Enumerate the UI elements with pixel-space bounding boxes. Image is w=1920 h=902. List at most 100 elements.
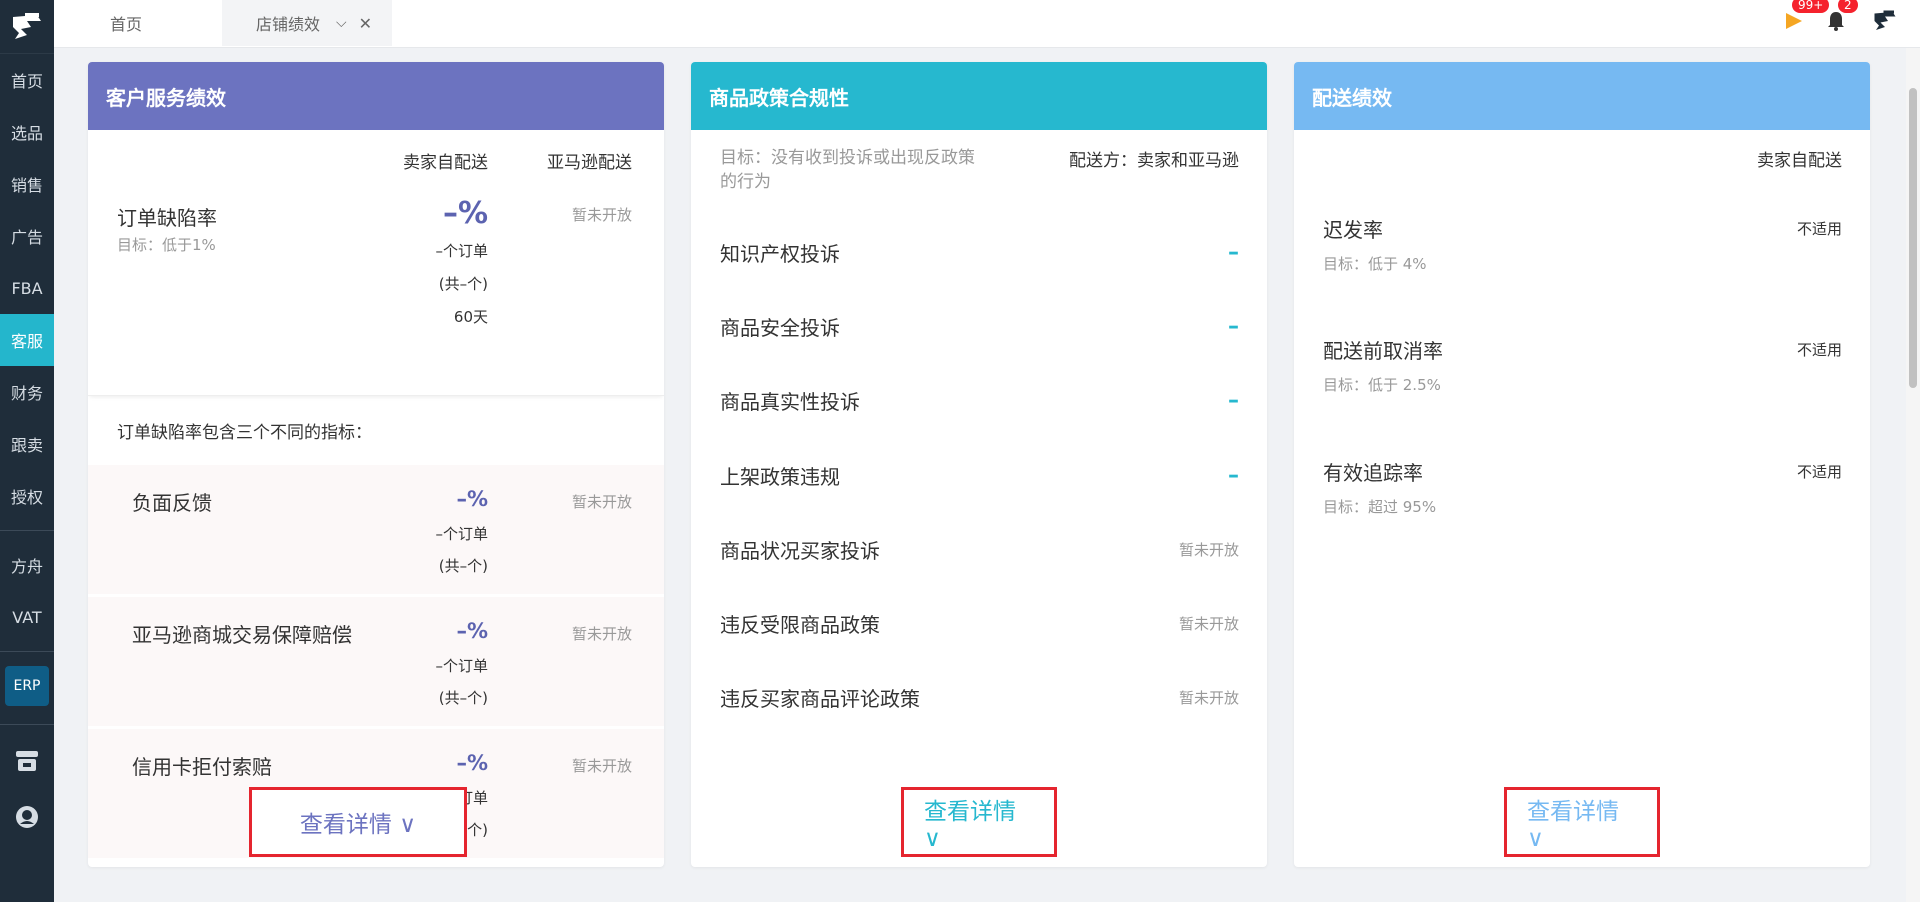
order-defect-rate-metric: 订单缺陷率 目标：低于1% –% –个订单 (共–个) 60天 暂未开放 [88,182,664,396]
metric-percent: –% [442,196,488,231]
sidebar-item[interactable]: 选品 [0,106,54,158]
policy-row-value: – [1228,239,1239,265]
amazon-status: 暂未开放 [571,493,632,511]
amazon-status: 暂未开放 [571,206,632,224]
top-bar: 首页 店铺绩效 ⌵ ✕ 99+ 2 [54,0,1920,48]
close-icon[interactable]: ✕ [359,14,372,33]
metric-title: 订单缺陷率 [117,206,217,230]
support-icon[interactable] [0,789,54,845]
erp-button[interactable]: ERP [5,666,49,706]
top-right-actions: 99+ 2 [1760,0,1900,46]
metric-total: (共–个) [438,275,488,293]
sub-metric-percent: –% [456,487,488,511]
card-title: 商品政策合规性 [691,62,1267,130]
sub-metric-title: 负面反馈 [132,491,212,515]
sidebar-divider [0,651,54,652]
sub-metric-orders: –个订单 [435,657,488,675]
scrollbar-thumb[interactable] [1909,88,1917,388]
product-policy-card: 商品政策合规性 目标：没有收到投诉或出现反政策的行为 配送方：卖家和亚马逊 知识… [691,62,1267,867]
metric-goal: 目标：低于1% [117,236,216,254]
bell-notification[interactable]: 2 [1824,0,1858,37]
policy-row[interactable]: 商品安全投诉 – [720,311,1239,341]
policy-row-label: 商品状况买家投诉 [720,538,880,563]
metric-title: 迟发率 [1323,218,1383,242]
policy-row-label: 知识产权投诉 [720,241,840,266]
flag-notification[interactable]: 99+ [1782,0,1830,37]
col-seller-fulfilled: 卖家自配送 [1757,151,1842,171]
policy-row[interactable]: 上架政策违规 – [720,460,1239,490]
app-logo[interactable] [0,0,54,54]
sub-metric-total: (共–个) [438,557,488,575]
sub-metric-row: 负面反馈 –% –个订单 (共–个) 暂未开放 [88,465,664,595]
sidebar-divider [0,724,54,725]
column-headers: 卖家自配送 亚马逊配送 [88,148,664,173]
shipping-performance-card: 配送绩效 卖家自配送 迟发率 目标：低于 4% 不适用 配送前取消率 目标：低于 2.5… [1294,62,1870,867]
sidebar: 首页 选品 销售 广告 FBA 客服 财务 跟卖 授权 方舟 VAT ERP [0,0,54,902]
policy-shipping: 配送方：卖家和亚马逊 [1069,151,1239,171]
chevron-down-icon[interactable]: ⌵ [336,15,347,31]
policy-row-label: 违反买家商品评论政策 [720,686,920,711]
view-details-button[interactable]: 查看详情 ∨ [1504,787,1660,857]
metric-title: 配送前取消率 [1323,339,1443,363]
sidebar-item[interactable]: 方舟 [0,539,54,591]
policy-row-value: 暂未开放 [1178,688,1239,707]
col-amazon-fulfilled: 亚马逊配送 [547,153,632,173]
policy-row-value: – [1228,462,1239,488]
user-avatar[interactable] [1870,6,1900,40]
amazon-status: 暂未开放 [571,625,632,643]
sidebar-item[interactable]: 销售 [0,158,54,210]
metric-value: 不适用 [1796,220,1842,238]
policy-row-value: – [1228,387,1239,413]
metric-title: 有效追踪率 [1323,461,1423,485]
sub-metric-title: 信用卡拒付索赔 [132,755,272,779]
policy-row-value: 暂未开放 [1178,614,1239,633]
metric-goal: 目标：超过 95% [1323,498,1437,516]
sub-metric-title: 亚马逊商城交易保障赔偿 [132,623,352,647]
policy-row-value: 暂未开放 [1178,540,1239,559]
amazon-status: 暂未开放 [571,757,632,775]
policy-row-label: 商品安全投诉 [720,315,840,340]
metric-value: 不适用 [1796,463,1842,481]
sidebar-item[interactable]: 首页 [0,54,54,106]
policy-row[interactable]: 违反受限商品政策 暂未开放 [720,608,1239,638]
policy-row[interactable]: 商品状况买家投诉 暂未开放 [720,534,1239,564]
store-icon[interactable] [0,733,54,789]
policy-row-label: 商品真实性投诉 [720,389,860,414]
sub-metric-percent: –% [456,619,488,643]
sub-metric-row: 亚马逊商城交易保障赔偿 –% –个订单 (共–个) 暂未开放 [88,597,664,727]
sidebar-item[interactable]: 财务 [0,366,54,418]
col-seller-fulfilled: 卖家自配送 [403,153,488,173]
policy-row-value: – [1228,313,1239,339]
metric-description: 订单缺陷率包含三个不同的指标： [117,423,372,443]
metric-days: 60天 [453,308,488,326]
view-details-button[interactable]: 查看详情 ∨ [901,787,1057,857]
avatar-icon [1874,10,1896,30]
card-title: 客户服务绩效 [88,62,664,130]
sidebar-item[interactable]: 广告 [0,210,54,262]
metric-goal: 目标：低于 2.5% [1323,376,1441,394]
policy-row-label: 上架政策违规 [720,464,840,489]
tab-store-performance[interactable]: 店铺绩效 ⌵ ✕ [222,0,392,46]
metric-goal: 目标：低于 4% [1323,255,1427,273]
sidebar-item[interactable]: 客服 [0,314,54,366]
tab-home[interactable]: 首页 [110,0,220,46]
tab-label: 首页 [110,15,143,34]
card-title: 配送绩效 [1294,62,1870,130]
sidebar-item[interactable]: 跟卖 [0,418,54,470]
shipping-metric: 迟发率目标：低于 4% 不适用 [1323,214,1842,274]
shipping-metric: 有效追踪率目标：超过 95% 不适用 [1323,457,1842,517]
sub-metric-percent: –% [456,751,488,775]
page-scrollbar[interactable] [1906,48,1920,902]
metric-value: 不适用 [1796,341,1842,359]
policy-row[interactable]: 商品真实性投诉 – [720,385,1239,415]
logo-icon [13,12,41,39]
policy-row[interactable]: 知识产权投诉 – [720,237,1239,267]
view-details-button[interactable]: 查看详情 ∨ [249,787,467,857]
tab-label: 店铺绩效 [256,15,321,34]
policy-row[interactable]: 违反买家商品评论政策 暂未开放 [720,682,1239,712]
sidebar-item[interactable]: VAT [0,591,54,643]
policy-row-label: 违反受限商品政策 [720,612,880,637]
sidebar-item[interactable]: FBA [0,262,54,314]
sub-metric-total: (共–个) [438,689,488,707]
sidebar-item[interactable]: 授权 [0,470,54,522]
